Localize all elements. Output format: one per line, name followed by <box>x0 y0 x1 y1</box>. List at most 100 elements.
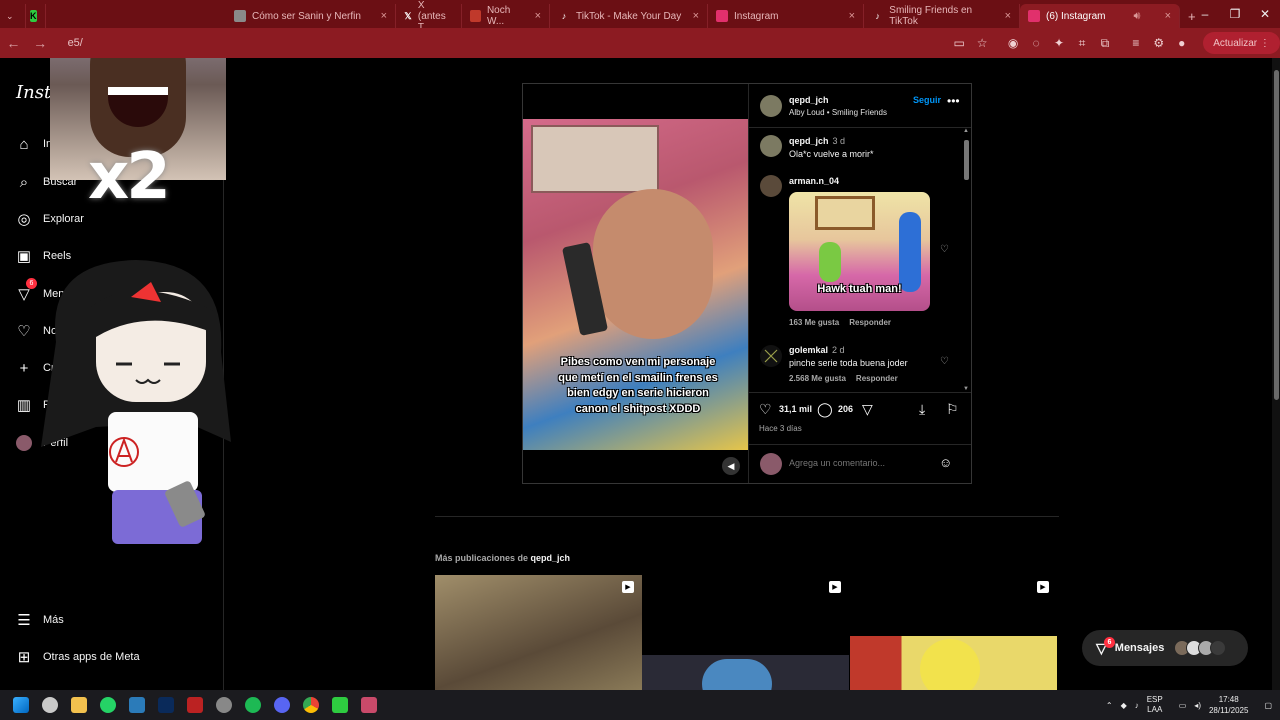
minimize-icon[interactable]: – <box>1190 0 1220 28</box>
tab-3[interactable]: 𝕏X (antes T... <box>396 0 462 33</box>
comment-avatar[interactable] <box>760 135 782 157</box>
tab-7[interactable]: ♪ Smiling Friends en TikTok × <box>864 4 1020 28</box>
scrollbar-thumb[interactable] <box>964 140 969 180</box>
follow-button[interactable]: Seguir <box>913 95 941 105</box>
close-icon[interactable]: × <box>841 10 855 22</box>
network-icon[interactable]: ▭ <box>1179 701 1187 710</box>
compass-icon: ◎ <box>17 211 31 228</box>
reply-button[interactable]: Responder <box>849 318 891 327</box>
chrome-icon[interactable] <box>296 690 325 720</box>
post-thumbnail[interactable]: ▶ <box>435 575 642 690</box>
taskbar-app-icon[interactable] <box>35 690 64 720</box>
page-scrollbar[interactable] <box>1272 58 1280 690</box>
close-icon[interactable]: × <box>527 10 541 22</box>
extension-icon[interactable]: ◌ <box>1025 32 1048 54</box>
cast-icon[interactable]: ▭ <box>948 32 971 54</box>
comment-username[interactable]: golemkal 2 d <box>789 345 845 355</box>
profile-avatar-icon[interactable]: ● <box>1170 32 1193 54</box>
volume-icon[interactable]: ◂) <box>1194 701 1201 710</box>
forward-icon[interactable]: → <box>27 35 54 51</box>
taskbar-app-icon[interactable] <box>354 690 383 720</box>
tab-5[interactable]: ♪ TikTok - Make Your Day × <box>550 4 708 28</box>
like-count[interactable]: 31,1 mil <box>779 404 812 414</box>
comment-count: 206 <box>838 404 854 414</box>
visual-studio-icon[interactable] <box>122 690 151 720</box>
author-username[interactable]: qepd_jch <box>789 95 829 105</box>
close-icon[interactable]: × <box>373 10 387 22</box>
messages-button[interactable]: ▽ 6 Mensajes <box>1082 630 1248 666</box>
back-icon[interactable]: ← <box>0 35 27 51</box>
tab-2[interactable]: Cómo ser Sanin y Nerfin × <box>226 4 396 28</box>
kick-icon[interactable] <box>325 690 354 720</box>
extension-icon[interactable]: ⚙ <box>1147 32 1170 54</box>
discord-icon[interactable] <box>267 690 296 720</box>
tab-4[interactable]: Noch W... × <box>462 4 550 28</box>
tab-active-instagram[interactable]: (6) Instagram 🔊︎ × <box>1020 4 1180 28</box>
comment-like-icon[interactable]: ♡ <box>940 356 949 367</box>
comment-username[interactable]: arman.n_04 <box>789 176 839 186</box>
url-bar[interactable]: e5/ <box>58 32 948 54</box>
like-icon[interactable]: ♡ <box>759 401 772 418</box>
video-caption: Pibes como ven mi personaje que metí en … <box>558 356 718 415</box>
photoshop-icon[interactable] <box>151 690 180 720</box>
tiktok-icon: ♪ <box>561 11 567 21</box>
comments-scrollbar[interactable]: ▲ ▼ <box>963 128 971 392</box>
extension-icon[interactable]: ⌗ <box>1070 32 1093 54</box>
scrollbar-thumb[interactable] <box>1274 70 1279 400</box>
steam-icon[interactable] <box>209 690 238 720</box>
clock[interactable]: 17:48 28/11/2025 <box>1209 694 1256 716</box>
close-icon[interactable]: × <box>1161 10 1171 22</box>
speaker-icon[interactable]: 🔊︎ <box>1126 10 1141 23</box>
extension-icon[interactable]: ✦ <box>1048 32 1071 54</box>
file-explorer-icon[interactable] <box>64 690 93 720</box>
mute-button[interactable]: ◀︎ <box>722 457 740 475</box>
more-posts-user-link[interactable]: qepd_jch <box>531 553 571 563</box>
sidebar-item-meta-apps[interactable]: ⊞ Otras apps de Meta <box>14 647 140 667</box>
comment-username[interactable]: qepd_jch 3 d <box>789 136 845 146</box>
sidebar-item-more[interactable]: ☰ Más <box>14 610 64 630</box>
language-indicator[interactable]: ESP LAA <box>1147 695 1171 715</box>
spotify-icon[interactable] <box>238 690 267 720</box>
microphone-icon[interactable]: ♪ <box>1135 701 1139 710</box>
tab-k[interactable]: K <box>26 4 46 28</box>
close-window-icon[interactable]: ✕ <box>1250 0 1280 28</box>
bookmark-star-icon[interactable]: ☆ <box>971 32 994 54</box>
author-avatar[interactable] <box>760 95 782 117</box>
post-thumbnail[interactable]: ▶ <box>850 575 1057 690</box>
emoji-icon[interactable]: ☺ <box>939 455 952 470</box>
whatsapp-icon[interactable] <box>93 690 122 720</box>
comment-like-icon[interactable]: ♡ <box>940 244 949 255</box>
puzzle-icon[interactable]: ⧉ <box>1093 32 1116 54</box>
tray-overflow-icon[interactable]: ⌃ <box>1106 701 1113 710</box>
tab-search-icon[interactable]: ≡ <box>1124 32 1147 54</box>
notifications-icon[interactable]: ▢ <box>1264 701 1272 710</box>
tray-app-icon[interactable]: ◆ <box>1121 701 1127 710</box>
taskbar-app-icon[interactable] <box>180 690 209 720</box>
tab-6[interactable]: Instagram × <box>708 4 864 28</box>
avatar-icon <box>14 433 34 453</box>
close-icon[interactable]: × <box>997 10 1011 22</box>
save-icon[interactable]: ⚐ <box>946 401 959 418</box>
gif-character <box>899 212 921 292</box>
start-button[interactable] <box>6 690 35 720</box>
extension-icon[interactable]: ◉ <box>1002 32 1025 54</box>
multiplier-overlay: x2 <box>88 140 171 214</box>
post-timestamp: Hace 3 días <box>759 424 802 433</box>
comment-icon[interactable]: ◯ <box>817 401 833 418</box>
comment-avatar[interactable] <box>760 175 782 197</box>
sidebar-item-explore[interactable]: ◎ Explorar <box>14 209 84 229</box>
post-video[interactable]: Pibes como ven mi personaje que metí en … <box>523 119 748 450</box>
comment-avatar[interactable] <box>760 345 782 367</box>
update-button[interactable]: Actualizar ⋮ <box>1203 32 1280 54</box>
comment-input[interactable] <box>789 458 929 468</box>
post-thumbnail[interactable]: ▶ <box>642 575 849 690</box>
instagram-icon <box>1028 10 1040 22</box>
tab-menu-button[interactable]: ⌄ <box>0 4 26 28</box>
reply-button[interactable]: Responder <box>856 374 898 383</box>
share-icon[interactable]: ▽ <box>862 401 873 418</box>
more-options-icon[interactable]: ••• <box>947 94 960 108</box>
audio-label[interactable]: Alby Loud • Smiling Friends <box>789 108 887 117</box>
download-icon[interactable]: ⤓ <box>919 401 925 418</box>
close-icon[interactable]: × <box>685 10 699 22</box>
maximize-icon[interactable]: ❐ <box>1220 0 1250 28</box>
